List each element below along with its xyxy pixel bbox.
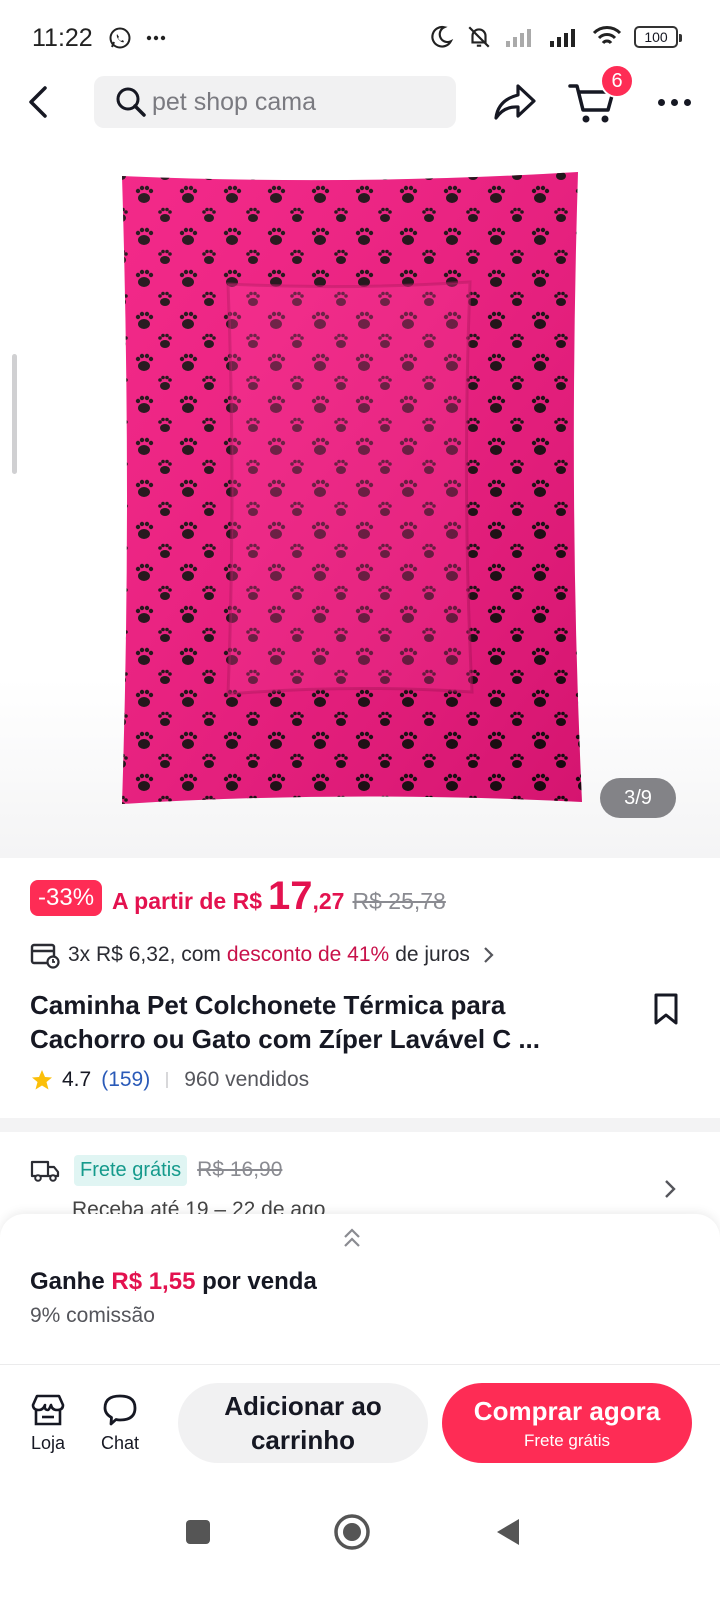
buy-now-button[interactable]: Comprar agora Frete grátis [442, 1383, 692, 1463]
moon-icon [431, 25, 454, 48]
recents-button[interactable] [178, 1512, 218, 1552]
divider [166, 1072, 169, 1088]
chat-button[interactable]: Chat [90, 1393, 150, 1454]
commission-panel[interactable]: Ganhe R$ 1,55 por venda 9% comissão [0, 1214, 720, 1364]
whatsapp-icon [109, 27, 131, 49]
square-icon [186, 1520, 210, 1544]
store-button[interactable]: Loja [18, 1393, 78, 1454]
dot-icon [670, 98, 678, 106]
wifi-icon [592, 26, 622, 45]
earnings-text: Ganhe R$ 1,55 por venda [30, 1268, 317, 1296]
search-icon [116, 87, 146, 117]
sold-count: 960 vendidos [184, 1068, 310, 1091]
image-scroll-indicator [12, 354, 17, 474]
status-time: 11:22 [32, 24, 93, 52]
bottom-action-bar: Loja Chat Adicionar ao carrinho Comprar … [0, 1364, 720, 1480]
product-title: Caminha Pet Colchonete Térmica para Cach… [30, 988, 620, 1056]
shipping-old-price: R$ 16,90 [197, 1158, 283, 1181]
rating-value: 4.7 [62, 1068, 92, 1091]
discount-badge: -33% [30, 880, 103, 916]
buy-now-sublabel: Frete grátis [524, 1430, 610, 1450]
installment-discount: desconto de 41% [226, 943, 390, 966]
commission-percent: 9% comissão [30, 1304, 155, 1327]
triangle-back-icon [497, 1519, 519, 1545]
search-query: pet shop cama [152, 87, 316, 116]
system-navigation-bar [0, 1480, 720, 1600]
back-button[interactable] [18, 78, 58, 126]
status-system-icons: 100 [428, 24, 682, 50]
bookmark-icon [654, 993, 678, 1025]
chevron-right-icon [484, 947, 494, 963]
product-title-line1: Caminha Pet Colchonete Térmica para [30, 990, 506, 1020]
installment-prefix: 3x R$ 6,32, com [68, 943, 221, 966]
price-row: -33% A partir de R$ 17 ,27 R$ 25,78 [30, 874, 446, 920]
delivery-truck-icon [30, 1160, 60, 1182]
signal-icon [506, 29, 531, 47]
store-icon [31, 1394, 65, 1426]
chevron-right-icon[interactable] [662, 1178, 678, 1200]
price-decimal: ,27 [312, 888, 345, 914]
dot-icon [657, 98, 665, 106]
store-label: Loja [30, 1433, 66, 1453]
home-circle-icon [334, 1514, 370, 1550]
earn-prefix: Ganhe [30, 1268, 105, 1295]
price-integer: 17 [268, 874, 313, 918]
chat-icon [103, 1394, 137, 1426]
product-title-line2: Cachorro ou Gato com Zíper Lavável C ... [30, 1024, 541, 1054]
chevron-left-icon [29, 86, 47, 118]
dot-icon [683, 98, 691, 106]
free-shipping-badge: Frete grátis [74, 1154, 188, 1186]
status-notification-icons [108, 26, 168, 50]
home-button[interactable] [332, 1512, 372, 1552]
top-bar: pet shop cama 6 [0, 64, 720, 132]
chat-label: Chat [100, 1433, 140, 1453]
search-bar[interactable]: pet shop cama [94, 76, 456, 128]
save-button[interactable] [652, 992, 680, 1026]
star-icon [32, 1070, 52, 1090]
installment-calendar-icon [30, 943, 60, 969]
image-counter: 3/9 [600, 778, 676, 818]
installment-info[interactable]: 3x R$ 6,32, com desconto de 41% de juros [30, 938, 550, 972]
shipping-row[interactable]: Frete grátis R$ 16,90 [30, 1150, 690, 1190]
more-notifications-icon [146, 35, 166, 41]
share-icon [494, 84, 536, 120]
bell-muted-icon [468, 26, 490, 48]
system-back-button[interactable] [488, 1512, 528, 1552]
earn-value: R$ 1,55 [111, 1268, 196, 1295]
expand-up-icon[interactable] [340, 1226, 364, 1250]
price-prefix: A partir de R$ [112, 888, 262, 914]
review-count[interactable]: (159) [101, 1068, 150, 1092]
installment-suffix: de juros [395, 943, 470, 966]
share-button[interactable] [492, 80, 538, 124]
add-to-cart-button[interactable]: Adicionar ao carrinho [178, 1383, 428, 1463]
original-price: R$ 25,78 [352, 888, 446, 914]
product-photo-pet-bed [122, 172, 582, 804]
buy-now-label: Comprar agora [473, 1395, 661, 1426]
section-divider [0, 1118, 720, 1132]
signal-icon-2 [550, 29, 575, 47]
product-image-carousel[interactable]: 3/9 [0, 140, 720, 858]
earn-suffix: por venda [202, 1268, 317, 1295]
status-bar: 11:22 100 [0, 0, 720, 72]
cart-count-badge: 6 [600, 64, 634, 98]
add-cart-line1: Adicionar ao [224, 1391, 382, 1421]
battery-icon: 100 [634, 26, 682, 48]
add-cart-line2: carrinho [250, 1425, 355, 1455]
more-options-button[interactable] [652, 86, 696, 118]
rating-row[interactable]: 4.7 (159) 960 vendidos [30, 1068, 309, 1092]
